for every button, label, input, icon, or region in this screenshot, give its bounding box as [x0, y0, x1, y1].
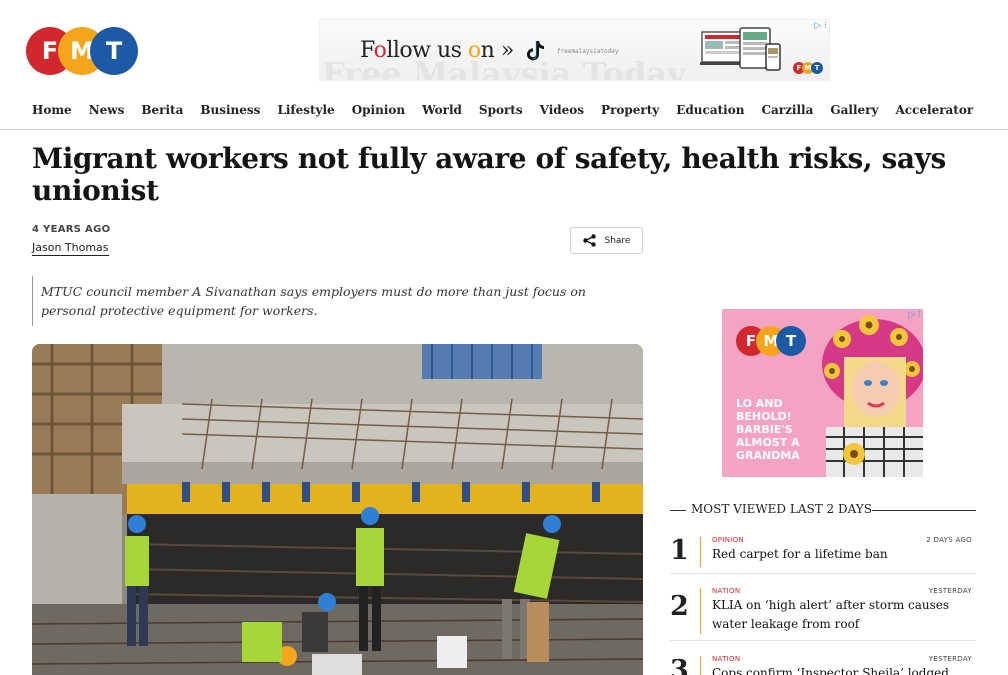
nav-item-home[interactable]: Home: [32, 103, 72, 117]
nav-item-berita[interactable]: Berita: [141, 103, 183, 117]
share-icon: [582, 234, 596, 247]
nav-item-carzilla[interactable]: Carzilla: [761, 103, 813, 117]
nav-item-lifestyle[interactable]: Lifestyle: [277, 103, 334, 117]
list-item[interactable]: 2 NATION YESTERDAY KLIA on ‘high alert’ …: [670, 584, 976, 641]
share-button[interactable]: Share: [570, 227, 643, 254]
ad-handle: freemalaysiatoday: [557, 48, 619, 55]
sidebar-ad-barbie[interactable]: F M T LO AND BEHOLD! BARBIE'S ALMOST A G…: [722, 309, 923, 477]
rank-divider: [700, 537, 701, 567]
hero-image-construction-workers: [32, 344, 643, 675]
category-label[interactable]: OPINION: [712, 536, 744, 544]
ad-fmt-logo: F M T: [736, 326, 806, 358]
rank-number: 2: [670, 591, 689, 622]
top-banner-ad[interactable]: Free Malaysia Today Follow us on » freem…: [319, 19, 830, 81]
main-nav: Home News Berita Business Lifestyle Opin…: [0, 96, 1008, 130]
timestamp: YESTERDAY: [928, 655, 972, 663]
fmt-logo[interactable]: F M T: [26, 27, 138, 75]
header-rule-left: [670, 510, 686, 511]
nav-item-sports[interactable]: Sports: [479, 103, 523, 117]
list-item[interactable]: 3 NATION YESTERDAY Cops confirm ‘Inspect…: [670, 652, 976, 675]
most-viewed-header: MOST VIEWED LAST 2 DAYS: [670, 502, 976, 518]
category-label[interactable]: NATION: [712, 587, 740, 595]
logo-letter-t: T: [90, 27, 138, 75]
article-date: 4 YEARS AGO: [32, 224, 111, 235]
article-standfirst: MTUC council member A Sivanathan says em…: [32, 276, 643, 326]
article-link[interactable]: KLIA on ‘high alert’ after storm causes …: [712, 596, 970, 634]
nav-item-property[interactable]: Property: [601, 103, 659, 117]
tiktok-icon: [526, 40, 546, 68]
nav-item-education[interactable]: Education: [676, 103, 744, 117]
timestamp: 2 DAYS AGO: [926, 536, 972, 544]
adchoices-icon[interactable]: ▷ ⁝: [908, 310, 921, 320]
nav-item-business[interactable]: Business: [200, 103, 260, 117]
timestamp: YESTERDAY: [928, 587, 972, 595]
share-label: Share: [604, 235, 631, 246]
ad-follow-text: Follow us on »: [360, 38, 514, 63]
article-link[interactable]: Red carpet for a lifetime ban: [712, 545, 970, 564]
nav-item-world[interactable]: World: [422, 103, 462, 117]
category-label[interactable]: NATION: [712, 655, 740, 663]
nav-item-opinion[interactable]: Opinion: [352, 103, 405, 117]
article-link[interactable]: Cops confirm ‘Inspector Sheila’ lodged r…: [712, 664, 970, 675]
ad-mini-logo: F M T: [793, 62, 823, 74]
rank-divider: [700, 588, 701, 634]
devices-illustration: [700, 26, 782, 74]
barbie-doll-illustration: [814, 309, 923, 477]
adchoices-icon[interactable]: ▷ ⁝: [814, 21, 827, 31]
most-viewed-title: MOST VIEWED LAST 2 DAYS: [691, 502, 872, 516]
nav-item-gallery[interactable]: Gallery: [830, 103, 878, 117]
rank-divider: [700, 656, 701, 675]
ad-headline: LO AND BEHOLD! BARBIE'S ALMOST A GRANDMA: [736, 397, 800, 462]
rank-number: 3: [670, 655, 689, 675]
list-item[interactable]: 1 OPINION 2 DAYS AGO Red carpet for a li…: [670, 532, 976, 574]
header-rule-right: [872, 510, 976, 511]
author-link[interactable]: Jason Thomas: [32, 241, 109, 256]
nav-item-accelerator[interactable]: Accelerator: [895, 103, 973, 117]
rank-number: 1: [670, 535, 689, 566]
nav-item-videos[interactable]: Videos: [540, 103, 584, 117]
article-title: Migrant workers not fully aware of safet…: [32, 142, 946, 207]
nav-item-news[interactable]: News: [89, 103, 125, 117]
